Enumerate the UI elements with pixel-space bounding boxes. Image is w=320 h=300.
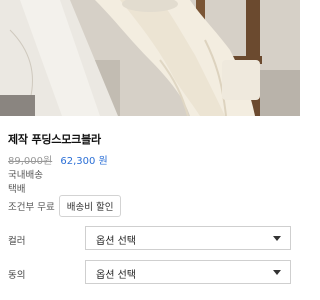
dropdown-arrow-icon (273, 270, 281, 275)
product-photo (0, 0, 300, 116)
original-price: 89,000원 (8, 156, 53, 167)
agree-option-select[interactable]: 옵션 선택 (85, 260, 291, 284)
color-option-select[interactable]: 옵션 선택 (85, 226, 291, 250)
shipping-condition: 조건부 무료 (8, 202, 55, 213)
shipping-region: 국내배송 (8, 170, 43, 181)
agree-option-value: 옵션 선택 (96, 270, 136, 281)
sale-price: 62,300 원 (60, 156, 108, 167)
price-row: 89,000원 62,300 원 (8, 152, 108, 167)
shipping-discount-button[interactable]: 배송비 할인 (58, 195, 122, 217)
shipping-condition-row: 조건부 무료 배송비 할인 (8, 194, 122, 218)
dropdown-arrow-icon (273, 236, 281, 241)
color-option-value: 옵션 선택 (96, 236, 136, 247)
shipping-method: 택배 (8, 184, 26, 195)
product-photo-image (0, 0, 300, 116)
product-name: 제작 푸딩스모크블라 (8, 133, 101, 146)
option-label-agree: 동의 (8, 270, 26, 281)
option-label-color: 컬러 (8, 236, 26, 247)
